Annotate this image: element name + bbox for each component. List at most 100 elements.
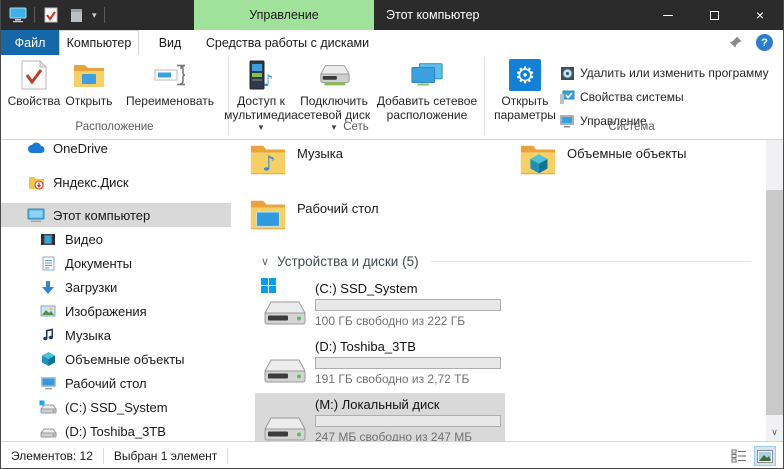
- this-pc-icon[interactable]: [9, 6, 27, 24]
- drive-name: (D:) Toshiba_3TB: [315, 339, 501, 354]
- drive-name: (C:) SSD_System: [315, 281, 501, 296]
- yandex-disk-icon: [27, 173, 45, 191]
- desktop-icon: [39, 374, 57, 392]
- toolbar-separator: [34, 7, 35, 23]
- onedrive-cloud-icon: [27, 140, 45, 157]
- sidebar-item-drive-d[interactable]: (D:) Toshiba_3TB: [1, 419, 231, 441]
- items-view: ♪ Музыка Объемные объекты Рабочий стол ∨…: [231, 140, 759, 441]
- this-pc-icon: [27, 206, 45, 224]
- properties-button[interactable]: Свойства: [7, 58, 61, 109]
- drive-tile-c[interactable]: (C:) SSD_System 100 ГБ свободно из 222 Г…: [255, 277, 505, 331]
- uninstall-program-button[interactable]: Удалить или изменить программу: [559, 63, 769, 83]
- collapse-chevron-icon[interactable]: ∨: [261, 255, 269, 268]
- window-title: Этот компьютер: [386, 0, 479, 30]
- tab-view[interactable]: Вид: [139, 30, 201, 55]
- open-button[interactable]: Открыть: [61, 58, 117, 109]
- sidebar-item-label: Рабочий стол: [65, 376, 147, 391]
- section-rule: [431, 261, 751, 262]
- sidebar-item-yandex-disk[interactable]: Яндекс.Диск: [1, 170, 231, 194]
- system-properties-icon: [559, 89, 575, 105]
- folder-tile-desktop[interactable]: Рабочий стол: [249, 195, 499, 233]
- rename-button[interactable]: Переименовать: [117, 58, 223, 109]
- sidebar-item-desktop[interactable]: Рабочий стол: [1, 371, 231, 395]
- new-folder-quick-icon[interactable]: [67, 6, 85, 24]
- help-button[interactable]: ?: [756, 34, 773, 51]
- uninstall-program-icon: [559, 65, 575, 81]
- sidebar-item-label: (C:) SSD_System: [65, 400, 168, 415]
- scrollbar-thumb[interactable]: [766, 190, 783, 415]
- drive-tile-d[interactable]: (D:) Toshiba_3TB 191 ГБ свободно из 2,72…: [255, 335, 505, 389]
- map-drive-label: Подключить сетевой диск: [295, 95, 373, 123]
- folder-tile-3d-objects[interactable]: Объемные объекты: [519, 140, 769, 178]
- items-count: Элементов: 12: [1, 449, 103, 463]
- open-label: Открыть: [65, 95, 112, 109]
- sidebar-item-pictures[interactable]: Изображения: [1, 299, 231, 323]
- sidebar-item-label: Яндекс.Диск: [53, 175, 129, 190]
- open-settings-button[interactable]: ⚙ Открыть параметры: [491, 58, 559, 123]
- section-title: Устройства и диски (5): [277, 254, 419, 269]
- system-properties-label: Свойства системы: [580, 90, 684, 104]
- capacity-bar: [315, 299, 501, 311]
- 3d-objects-folder-icon: [519, 140, 557, 178]
- drive-d-icon: [39, 422, 57, 440]
- sidebar-item-videos[interactable]: Видео: [1, 227, 231, 251]
- contextual-tab-manage[interactable]: Управление: [194, 0, 374, 30]
- svg-text:♪: ♪: [263, 71, 273, 90]
- explorer-window: ▾ Управление Этот компьютер × Файл Компь…: [0, 0, 784, 469]
- documents-icon: [39, 254, 57, 272]
- selection-count: Выбран 1 элемент: [104, 449, 227, 463]
- minimize-button[interactable]: [645, 0, 691, 30]
- folder-tile-music[interactable]: ♪ Музыка: [249, 140, 499, 178]
- pin-ribbon-icon[interactable]: [729, 35, 745, 51]
- caption-buttons: ×: [645, 0, 783, 30]
- music-folder-icon: ♪: [249, 140, 287, 178]
- scroll-down-icon[interactable]: ∨: [766, 424, 783, 441]
- sidebar-item-3d-objects[interactable]: Объемные объекты: [1, 347, 231, 371]
- tab-file[interactable]: Файл: [1, 30, 59, 55]
- pictures-icon: [39, 302, 57, 320]
- folder-name: Рабочий стол: [297, 195, 379, 233]
- sidebar-item-drive-c[interactable]: (C:) SSD_System: [1, 395, 231, 419]
- properties-icon: [17, 58, 51, 92]
- ribbon-tabs: Файл Компьютер Вид Средства работы с дис…: [1, 30, 783, 55]
- maximize-button[interactable]: [691, 0, 737, 30]
- tab-disk-tools[interactable]: Средства работы с дисками: [201, 30, 374, 55]
- drive-c-icon: [39, 398, 57, 416]
- system-properties-button[interactable]: Свойства системы: [559, 87, 684, 107]
- folder-name: Объемные объекты: [567, 140, 687, 178]
- thumbnails-view-button[interactable]: [755, 447, 775, 465]
- add-network-location-button[interactable]: Добавить сетевое расположение: [373, 58, 481, 123]
- group-label-network: Сеть: [228, 121, 484, 133]
- drive-tile-m[interactable]: (M:) Локальный диск 247 МБ свободно из 2…: [255, 393, 505, 447]
- open-settings-label: Открыть параметры: [491, 95, 559, 123]
- customize-toolbar-chevron-icon[interactable]: ▾: [92, 10, 97, 21]
- status-bar: Элементов: 12 Выбран 1 элемент: [1, 441, 783, 469]
- capacity-bar: [315, 415, 501, 427]
- sidebar-item-documents[interactable]: Документы: [1, 251, 231, 275]
- properties-label: Свойства: [8, 95, 61, 109]
- details-view-button[interactable]: [729, 447, 749, 465]
- sidebar-item-label: (D:) Toshiba_3TB: [65, 424, 166, 439]
- sidebar-item-downloads[interactable]: Загрузки: [1, 275, 231, 299]
- sidebar-item-onedrive[interactable]: OneDrive: [1, 140, 231, 160]
- section-header-devices[interactable]: ∨ Устройства и диски (5): [261, 250, 751, 272]
- sidebar-item-this-pc[interactable]: Этот компьютер: [1, 203, 231, 227]
- sidebar-item-label: Загрузки: [65, 280, 117, 295]
- vertical-scrollbar[interactable]: ∨: [766, 140, 783, 441]
- folder-name: Музыка: [297, 140, 343, 178]
- media-access-label: Доступ к мультимедиа: [224, 95, 298, 123]
- content-area: OneDrive Яндекс.Диск Этот компьютер Виде…: [1, 140, 783, 441]
- drive-icon: [259, 396, 307, 444]
- sidebar-item-label: Изображения: [65, 304, 147, 319]
- properties-quick-icon[interactable]: [42, 6, 60, 24]
- tab-computer[interactable]: Компьютер: [59, 30, 139, 55]
- network-drive-icon: [317, 58, 351, 92]
- videos-icon: [39, 230, 57, 248]
- desktop-folder-icon: [249, 195, 287, 233]
- sidebar-item-music[interactable]: Музыка: [1, 323, 231, 347]
- uninstall-program-label: Удалить или изменить программу: [580, 66, 769, 80]
- quick-access-toolbar: ▾: [9, 0, 105, 30]
- close-button[interactable]: ×: [737, 0, 783, 30]
- sidebar-item-label: Видео: [65, 232, 103, 247]
- cube-3d-icon: [39, 350, 57, 368]
